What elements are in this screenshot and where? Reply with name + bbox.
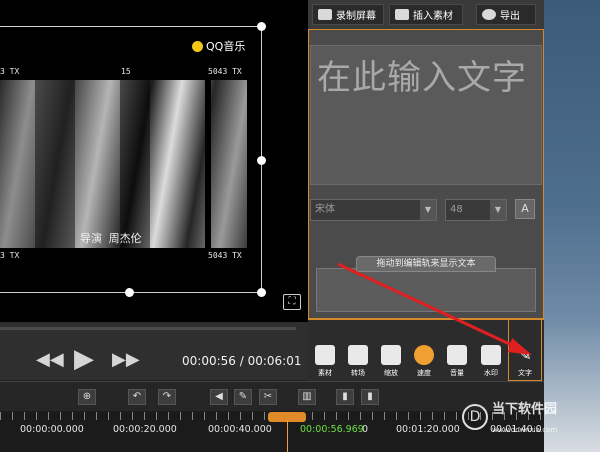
- scissors-icon: ✂: [263, 391, 273, 402]
- redo-icon: ↷: [162, 391, 172, 402]
- time-separator: /: [235, 354, 248, 368]
- resize-handle-right[interactable]: [257, 156, 266, 165]
- zoom-icon: [381, 345, 401, 365]
- play-icon[interactable]: ▶: [74, 344, 94, 374]
- tool-label: 素材: [318, 369, 332, 377]
- film-reel-icon: [482, 9, 496, 20]
- export-label: 导出: [500, 11, 520, 22]
- edit-icon: ✎: [238, 391, 248, 402]
- watermark-logo-icon: D: [462, 404, 488, 430]
- tool-label: 水印: [484, 369, 498, 377]
- cut-button[interactable]: ✂: [259, 389, 277, 405]
- media-insert-icon: [395, 9, 409, 20]
- zoom-in-button[interactable]: ⊕: [78, 389, 96, 405]
- drag-text-dropzone[interactable]: [316, 268, 536, 312]
- pen-icon: ✎: [518, 345, 532, 364]
- resize-handle-top-right[interactable]: [257, 22, 266, 31]
- qq-music-logo: QQ音乐: [192, 38, 245, 54]
- tool-label: 转场: [351, 369, 365, 377]
- bars-icon: ▮: [367, 391, 373, 402]
- tool-text-button[interactable]: ✎ 文字: [512, 345, 538, 378]
- zoom-in-icon: ⊕: [82, 391, 92, 402]
- tool-transition-button[interactable]: 转场: [345, 345, 371, 378]
- resize-handle-bottom-right[interactable]: [257, 288, 266, 297]
- tool-media-button[interactable]: 素材: [312, 345, 338, 378]
- insert-media-label: 插入素材: [413, 11, 453, 22]
- desktop-background: [544, 0, 600, 452]
- overlay-label: 3 TX: [0, 67, 20, 76]
- font-family-select[interactable]: 宋体 ▼: [310, 199, 437, 221]
- watermark-title: 当下软件园: [492, 402, 558, 417]
- speaker-icon: ◀: [215, 391, 223, 402]
- insert-media-button[interactable]: 插入素材: [389, 4, 463, 25]
- overlay-label: 3 TX: [0, 251, 20, 260]
- trash-icon: ▥: [302, 391, 312, 402]
- tick-label: 00:01:20.000: [396, 424, 460, 435]
- drag-text-tip[interactable]: 拖动到编辑轨来显示文本: [356, 256, 496, 272]
- text-input-area[interactable]: 在此输入文字: [310, 45, 542, 185]
- undo-icon: ↶: [132, 391, 142, 402]
- fullscreen-icon: ⛶: [288, 296, 296, 307]
- total-time: 00:06:01: [247, 354, 302, 368]
- overlay-label: 15: [121, 67, 131, 76]
- playhead-line: [287, 420, 288, 452]
- edit-button[interactable]: ✎: [234, 389, 252, 405]
- drag-text-label: 拖动到编辑轨来显示文本: [376, 259, 476, 269]
- export-button[interactable]: 导出: [476, 4, 536, 25]
- tool-volume-button[interactable]: 音量: [444, 345, 470, 378]
- record-screen-label: 录制屏幕: [336, 11, 376, 22]
- fullscreen-button[interactable]: ⛶: [283, 294, 301, 310]
- site-watermark: D 当下软件园 www.downxia.com: [462, 398, 557, 436]
- transition-icon: [348, 345, 368, 365]
- playhead-time: 00:00:56.969: [300, 424, 364, 435]
- bars-icon: ▮: [342, 391, 348, 402]
- tool-zoom-button[interactable]: 缩放: [378, 345, 404, 378]
- qq-music-text: QQ音乐: [206, 40, 246, 53]
- record-screen-button[interactable]: 录制屏幕: [312, 4, 384, 25]
- chart-button-2[interactable]: ▮: [361, 389, 379, 405]
- redo-button[interactable]: ↷: [158, 389, 176, 405]
- font-color-button[interactable]: A: [515, 199, 535, 219]
- current-time: 00:00:56: [182, 354, 236, 368]
- fast-forward-icon[interactable]: ▶▶: [112, 349, 140, 370]
- audio-button[interactable]: ◀: [210, 389, 228, 405]
- tick-label: 00:00:40.000: [208, 424, 272, 435]
- tick-label: 00:00:20.000: [113, 424, 177, 435]
- camera-icon: [318, 9, 332, 20]
- rewind-icon[interactable]: ◀◀: [36, 349, 64, 370]
- font-color-icon: A: [521, 202, 529, 215]
- tool-label: 音量: [450, 369, 464, 377]
- chevron-down-icon: ▼: [490, 200, 506, 220]
- watermark-sub: www.downxia.com: [492, 426, 558, 434]
- watermark-icon: [481, 345, 501, 365]
- tool-label: 文字: [518, 369, 532, 377]
- chart-button-1[interactable]: ▮: [336, 389, 354, 405]
- speed-icon: [414, 345, 434, 365]
- undo-button[interactable]: ↶: [128, 389, 146, 405]
- chevron-down-icon: ▼: [420, 200, 436, 220]
- volume-icon: [447, 345, 467, 365]
- media-icon: [315, 345, 335, 365]
- text-placeholder: 在此输入文字: [317, 58, 527, 98]
- font-size-value: 48: [450, 204, 463, 215]
- font-size-select[interactable]: 48 ▼: [445, 199, 507, 221]
- resize-handle-bottom[interactable]: [125, 288, 134, 297]
- tool-speed-button[interactable]: 速度: [411, 345, 437, 378]
- time-readout: 00:00:56 / 00:06:01: [182, 354, 301, 368]
- font-family-value: 宋体: [315, 204, 335, 215]
- overlay-label: 5043 TX: [208, 251, 242, 260]
- tick-label: 00:00:00.000: [20, 424, 84, 435]
- tool-watermark-button[interactable]: 水印: [478, 345, 504, 378]
- tool-label: 速度: [417, 369, 431, 377]
- delete-button[interactable]: ▥: [298, 389, 316, 405]
- tool-label: 缩放: [384, 369, 398, 377]
- overlay-label: 5043 TX: [208, 67, 242, 76]
- playback-progress[interactable]: [0, 327, 296, 330]
- qq-music-icon: [192, 40, 203, 52]
